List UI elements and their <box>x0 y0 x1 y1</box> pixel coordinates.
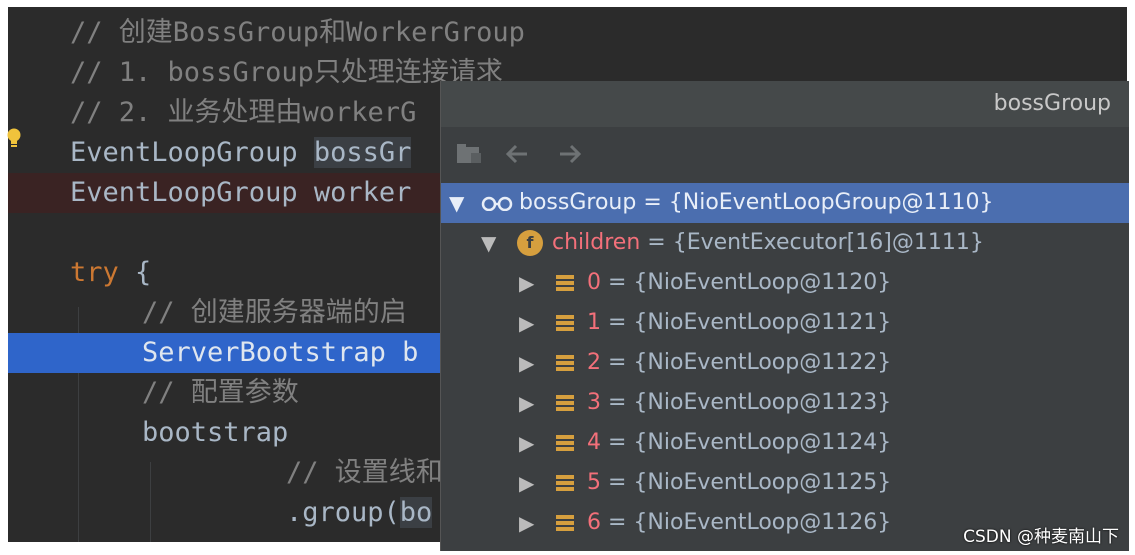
comment-text: // 创建BossGroup和WorkerGroup <box>70 17 525 48</box>
tree-row-item[interactable]: ▶ 1 = {NioEventLoop@1121} <box>441 303 1129 343</box>
element-index: 2 <box>587 350 601 375</box>
highlighted-identifier: bo <box>399 497 433 528</box>
equals-sign: = <box>636 190 669 215</box>
expand-right-arrow-icon[interactable]: ▶ <box>519 503 539 543</box>
comment-text: // 创建服务器端的启 <box>142 297 407 328</box>
list-element-icon <box>556 355 574 371</box>
variable-value: {NioEventLoop@1120} <box>633 270 892 295</box>
tree-row-item[interactable]: ▶ 5 = {NioEventLoop@1125} <box>441 463 1129 503</box>
comment-text: // 配置参数 <box>142 377 299 408</box>
debugger-inspect-popup[interactable]: bossGroup ▼ bossGroup = {NioEventLoopGro… <box>440 81 1129 551</box>
expand-right-arrow-icon[interactable]: ▶ <box>519 263 539 303</box>
equals-sign: = <box>601 470 634 495</box>
keyword-try: try <box>70 257 119 288</box>
tree-row-text: 0 = {NioEventLoop@1120} <box>587 263 891 303</box>
code-text: EventLoopGroup worker <box>70 177 412 208</box>
folder-icon[interactable] <box>455 141 485 167</box>
code-text: .group(bo <box>286 493 433 533</box>
highlighted-identifier: bossGr <box>313 137 412 168</box>
variable-value: {NioEventLoop@1124} <box>633 430 892 455</box>
variable-value: {NioEventLoop@1125} <box>633 470 892 495</box>
variable-value: {NioEventLoop@1123} <box>633 390 892 415</box>
variable-value: {NioEventLoop@1121} <box>633 310 892 335</box>
tree-row-text: 3 = {NioEventLoop@1123} <box>587 383 891 423</box>
element-index: 1 <box>587 310 601 335</box>
code-line-1[interactable]: // 创建BossGroup和WorkerGroup <box>8 13 1127 53</box>
element-index: 4 <box>587 430 601 455</box>
back-arrow-icon[interactable] <box>503 141 533 167</box>
equals-sign: = <box>640 230 673 255</box>
expand-down-arrow-icon[interactable]: ▼ <box>449 183 469 223</box>
code-text: try { <box>70 253 151 293</box>
watermark-text: CSDN @种麦南山下 <box>963 527 1119 547</box>
variable-value: {NioEventLoop@1122} <box>633 350 892 375</box>
type-text: EventLoopGroup <box>70 137 314 168</box>
tree-row-item[interactable]: ▶ 3 = {NioEventLoop@1123} <box>441 383 1129 423</box>
variable-name: bossGroup <box>519 190 637 215</box>
variable-value: {EventExecutor[16]@1111} <box>672 230 984 255</box>
list-element-icon <box>556 435 574 451</box>
list-element-icon <box>556 475 574 491</box>
equals-sign: = <box>601 310 634 335</box>
equals-sign: = <box>601 510 634 535</box>
expand-right-arrow-icon[interactable]: ▶ <box>519 463 539 503</box>
list-element-icon <box>556 395 574 411</box>
comment-text: // 2. 业务处理由workerG <box>70 97 417 128</box>
tree-row-children[interactable]: ▼ f children = {EventExecutor[16]@1111} <box>441 223 1129 263</box>
tree-row-item[interactable]: ▶ 4 = {NioEventLoop@1124} <box>441 423 1129 463</box>
element-index: 3 <box>587 390 601 415</box>
comment-text: // 1. bossGroup只处理连接请求 <box>70 57 503 88</box>
equals-sign: = <box>601 270 634 295</box>
code-text: EventLoopGroup bossGr <box>70 133 412 173</box>
equals-sign: = <box>601 430 634 455</box>
field-icon: f <box>517 230 543 256</box>
tree-row-text: children = {EventExecutor[16]@1111} <box>552 223 984 263</box>
tree-row-bossgroup[interactable]: ▼ bossGroup = {NioEventLoopGroup@1110} <box>441 183 1129 223</box>
tree-row-item[interactable]: ▶ 0 = {NioEventLoop@1120} <box>441 263 1129 303</box>
element-index: 5 <box>587 470 601 495</box>
popup-title: bossGroup <box>441 81 1129 127</box>
list-element-icon <box>556 275 574 291</box>
list-element-icon <box>556 515 574 531</box>
comment-text: // 设置线和 <box>286 457 443 488</box>
expand-right-arrow-icon[interactable]: ▶ <box>519 343 539 383</box>
code-text: ServerBootstrap b <box>142 337 419 368</box>
tree-row-text: 1 = {NioEventLoop@1121} <box>587 303 891 343</box>
tree-row-text: 4 = {NioEventLoop@1124} <box>587 423 891 463</box>
code-text: bootstrap <box>142 417 289 448</box>
equals-sign: = <box>601 390 634 415</box>
variable-value: {NioEventLoopGroup@1110} <box>668 190 994 215</box>
element-index: 6 <box>587 510 601 535</box>
expand-right-arrow-icon[interactable]: ▶ <box>519 383 539 423</box>
element-index: 0 <box>587 270 601 295</box>
list-element-icon <box>556 315 574 331</box>
watch-glasses-icon <box>481 196 513 211</box>
equals-sign: = <box>601 350 634 375</box>
method-text: .group( <box>286 497 400 528</box>
brace-text: { <box>118 257 152 288</box>
tree-row-item[interactable]: ▶ 2 = {NioEventLoop@1122} <box>441 343 1129 383</box>
tree-row-text: 5 = {NioEventLoop@1125} <box>587 463 891 503</box>
tree-row-text: 2 = {NioEventLoop@1122} <box>587 343 891 383</box>
variable-value: {NioEventLoop@1126} <box>633 510 892 535</box>
tree-row-text: bossGroup = {NioEventLoopGroup@1110} <box>519 183 994 223</box>
tree-row-text: 6 = {NioEventLoop@1126} <box>587 503 891 543</box>
lightbulb-icon[interactable] <box>6 128 22 150</box>
popup-toolbar <box>441 127 1129 181</box>
variable-name: children <box>552 230 641 255</box>
expand-right-arrow-icon[interactable]: ▶ <box>519 423 539 463</box>
forward-arrow-icon[interactable] <box>555 141 585 167</box>
expand-right-arrow-icon[interactable]: ▶ <box>519 303 539 343</box>
expand-down-arrow-icon[interactable]: ▼ <box>481 223 501 263</box>
